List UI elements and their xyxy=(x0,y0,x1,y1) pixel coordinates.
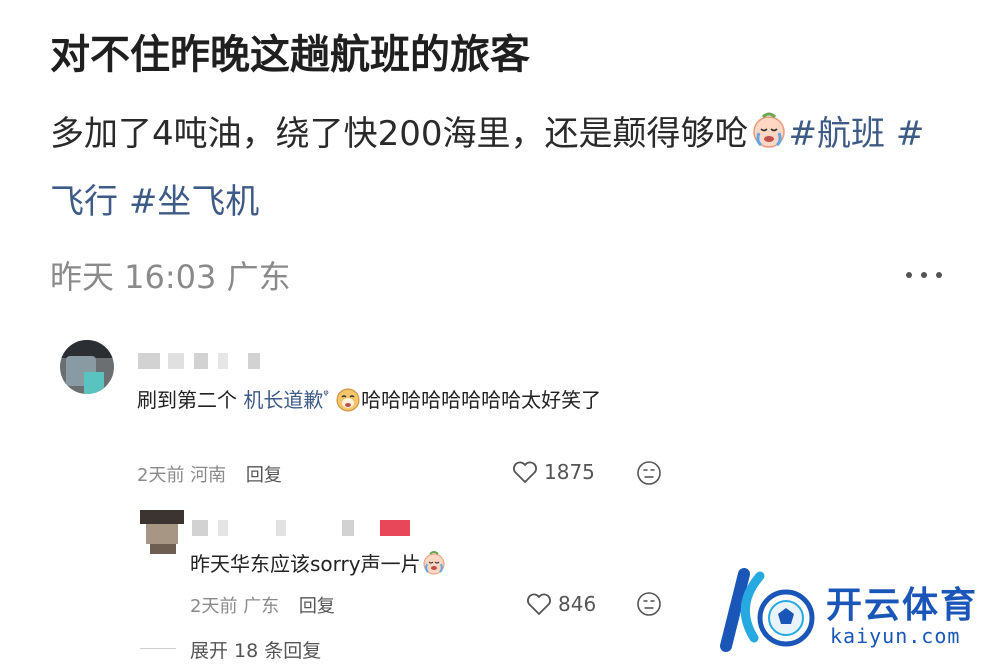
avatar[interactable] xyxy=(60,340,114,394)
like-button[interactable]: 1875 xyxy=(512,460,595,484)
crying-face-icon xyxy=(423,551,445,575)
search-icon[interactable]: ᵠ xyxy=(323,388,328,403)
watermark: 开云体育 kaiyun.com xyxy=(714,566,994,656)
reply-button[interactable]: 回复 xyxy=(299,596,335,617)
reply-meta: 2天前 广东 回复 xyxy=(190,592,335,618)
heart-icon xyxy=(527,593,551,615)
comment-text-suffix: 哈哈哈哈哈哈哈哈太好笑了 xyxy=(361,388,602,412)
comment-time: 2天前 xyxy=(137,465,185,486)
avatar[interactable] xyxy=(140,510,184,554)
comment-text-prefix: 刷到第二个 xyxy=(137,388,237,412)
like-button[interactable]: 846 xyxy=(526,592,596,616)
watermark-brand-cn: 开云体育 xyxy=(826,585,979,626)
post-time: 昨天 16:03 xyxy=(50,258,217,296)
post-meta: 昨天 16:03 广东 xyxy=(50,252,291,298)
tag-hangban[interactable]: #航班 xyxy=(789,114,886,154)
reply-location: 广东 xyxy=(243,596,280,617)
expand-replies-button[interactable]: 展开 18 条回复 xyxy=(190,636,321,663)
tag-zuofeiji[interactable]: #坐飞机 xyxy=(129,182,260,222)
reply-time: 2天前 xyxy=(190,596,238,617)
dislike-face-icon[interactable] xyxy=(636,591,662,617)
reply-text-body: 昨天华东应该sorry声一片 xyxy=(190,552,421,576)
dislike-face-icon[interactable] xyxy=(636,460,662,486)
post-title: 对不住昨晚这趟航班的旅客 xyxy=(50,32,530,78)
like-count: 846 xyxy=(558,592,597,616)
reply-button[interactable]: 回复 xyxy=(246,465,282,486)
comment-text: 刷到第二个 机长道歉ᵠ 哈哈哈哈哈哈哈哈太好笑了 xyxy=(137,379,697,417)
laughing-dog-icon xyxy=(336,388,360,412)
crying-face-icon xyxy=(752,112,785,148)
more-dots-icon[interactable] xyxy=(904,262,944,286)
divider xyxy=(140,648,176,649)
post-body-text: 多加了4吨油，绕了快200海里，还是颠得够呛 xyxy=(50,114,749,154)
heart-icon xyxy=(513,461,537,483)
comment-meta: 2天前 河南 回复 xyxy=(137,461,282,487)
watermark-brand-en: kaiyun.com xyxy=(830,624,961,648)
kaiyun-logo-icon xyxy=(720,568,815,652)
post-body: 多加了4吨油，绕了快200海里，还是颠得够呛 #航班 #飞行 #坐飞机 xyxy=(50,100,950,236)
post-location: 广东 xyxy=(226,258,291,296)
commenter-name-blurred[interactable] xyxy=(192,520,432,536)
commenter-name-blurred[interactable] xyxy=(138,353,278,369)
like-count: 1875 xyxy=(544,460,595,484)
comment-location: 河南 xyxy=(190,465,227,486)
reply-text: 昨天华东应该sorry声一片 xyxy=(190,547,550,581)
search-link[interactable]: 机长道歉 xyxy=(243,388,323,412)
post-page: 对不住昨晚这趟航班的旅客 多加了4吨油，绕了快200海里，还是颠得够呛 #航班 … xyxy=(0,0,1000,667)
